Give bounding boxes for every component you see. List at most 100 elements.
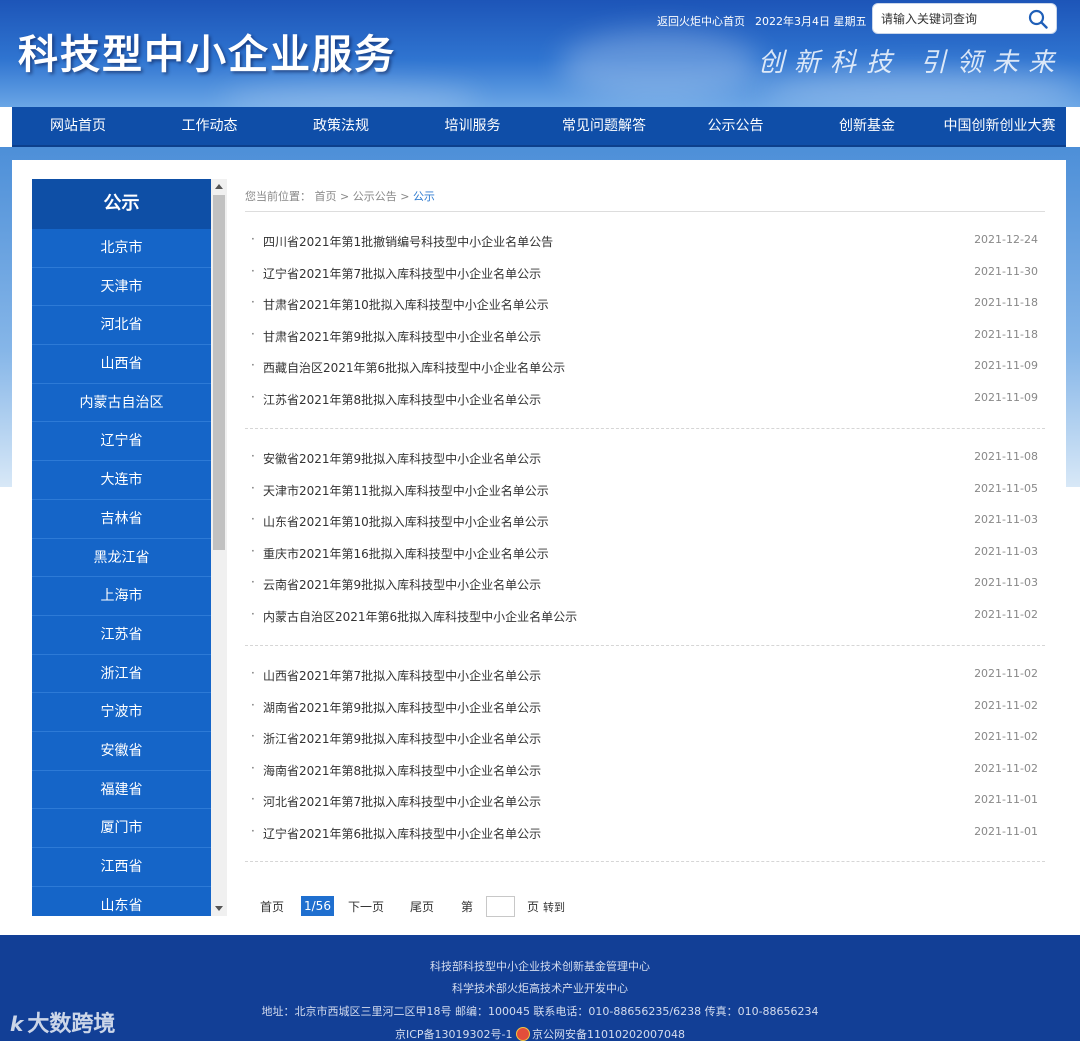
sidebar-item-tianjin[interactable]: 天津市 [32, 268, 211, 307]
nav-item-policy[interactable]: 政策法规 [275, 106, 407, 146]
bullet: · [251, 666, 255, 680]
list-item-date: 2021-11-02 [974, 667, 1038, 680]
nav-item-announcements[interactable]: 公示公告 [670, 106, 801, 146]
breadcrumb: 您当前位置： 首页 > 公示公告 > 公示 [245, 188, 435, 204]
list-item: · 安徽省2021年第9批拟入库科技型中小企业名单公示 2021-11-08 [245, 442, 1045, 474]
breadcrumb-prefix: 您当前位置： [245, 190, 311, 203]
list-item: · 云南省2021年第9批拟入库科技型中小企业名单公示 2021-11-03 [245, 568, 1045, 600]
bullet: · [251, 606, 255, 621]
list-item-date: 2021-11-01 [974, 824, 1038, 838]
list-item-title[interactable]: 浙江省2021年第9批拟入库科技型中小企业名单公示 [263, 730, 541, 747]
sidebar-scrollbar[interactable] [211, 179, 227, 916]
list-item: · 山东省2021年第10批拟入库科技型中小企业名单公示 2021-11-03 [245, 505, 1045, 537]
sidebar-item-beijing[interactable]: 北京市 [32, 229, 211, 268]
list-item-title[interactable]: 山西省2021年第7批拟入库科技型中小企业名单公示 [263, 667, 541, 684]
back-to-home-link[interactable]: 返回火炬中心首页 [657, 15, 745, 28]
sidebar-item-fujian[interactable]: 福建省 [32, 771, 211, 810]
sidebar-item-shandong[interactable]: 山东省 [32, 887, 211, 916]
sidebar: 公示 北京市 天津市 河北省 山西省 内蒙古自治区 辽宁省 大连市 吉林省 黑龙… [32, 179, 227, 916]
pager-first[interactable]: 首页 [260, 898, 284, 915]
list-item-date: 2021-11-02 [974, 698, 1038, 712]
icp-number[interactable]: 京ICP备13019302号-1 [395, 1028, 513, 1041]
list-item-title[interactable]: 云南省2021年第9批拟入库科技型中小企业名单公示 [263, 576, 541, 593]
pager-next[interactable]: 下一页 [348, 898, 384, 915]
list-item-date: 2021-11-01 [974, 793, 1038, 807]
pager-goto-prefix: 第 [461, 900, 474, 914]
sidebar-item-jiangsu[interactable]: 江苏省 [32, 616, 211, 655]
scrollbar-thumb[interactable] [213, 195, 225, 550]
list-item-title[interactable]: 辽宁省2021年第6批拟入库科技型中小企业名单公示 [263, 825, 541, 842]
page-number-input[interactable] [486, 896, 515, 917]
sidebar-item-hebei[interactable]: 河北省 [32, 306, 211, 346]
breadcrumb-separator: > [400, 190, 410, 203]
list-item: · 山西省2021年第7批拟入库科技型中小企业名单公示 2021-11-02 [245, 659, 1045, 691]
sidebar-item-xiamen[interactable]: 厦门市 [32, 809, 211, 848]
footer-org-secondary: 科学技术部火炬高技术产业开发中心 [452, 982, 628, 995]
list-item-title[interactable]: 山东省2021年第10批拟入库科技型中小企业名单公示 [263, 513, 549, 530]
list-item-title[interactable]: 甘肃省2021年第9批拟入库科技型中小企业名单公示 [263, 328, 541, 345]
footer-org: 科技部科技型中小企业技术创新基金管理中心 [430, 960, 650, 973]
bullet: · [251, 389, 255, 404]
main-nav: 网站首页 工作动态 政策法规 培训服务 常见问题解答 公示公告 创新基金 中国创… [12, 107, 1066, 147]
site-header: 科技型中小企业服务 创新科技 引领未来 返回火炬中心首页 2022年3月4日 星期… [0, 0, 1080, 107]
list-item-title[interactable]: 内蒙古自治区2021年第6批拟入库科技型中小企业名单公示 [263, 608, 577, 625]
nav-item-news[interactable]: 工作动态 [144, 106, 275, 146]
scroll-up-icon[interactable] [215, 184, 223, 189]
sidebar-item-jilin[interactable]: 吉林省 [32, 500, 211, 539]
list-item-date: 2021-11-09 [974, 390, 1038, 404]
bullet: · [251, 295, 255, 310]
list-item-title[interactable]: 西藏自治区2021年第6批拟入库科技型中小企业名单公示 [263, 359, 565, 376]
list-item: · 四川省2021年第1批撤销编号科技型中小企业名单公告 2021-12-24 [245, 225, 1045, 257]
sidebar-item-jiangxi[interactable]: 江西省 [32, 848, 211, 887]
nav-item-fund[interactable]: 创新基金 [801, 106, 933, 146]
list-item-title[interactable]: 安徽省2021年第9批拟入库科技型中小企业名单公示 [263, 450, 541, 467]
breadcrumb-section[interactable]: 公示公告 [353, 190, 397, 203]
list-item-date: 2021-12-24 [974, 233, 1038, 246]
list-item-title[interactable]: 甘肃省2021年第10批拟入库科技型中小企业名单公示 [263, 296, 549, 313]
nav-item-training[interactable]: 培训服务 [407, 106, 538, 146]
pager-last[interactable]: 尾页 [410, 898, 434, 915]
nav-item-faq[interactable]: 常见问题解答 [538, 106, 670, 146]
list-item: · 天津市2021年第11批拟入库科技型中小企业名单公示 2021-11-05 [245, 474, 1045, 506]
list-item-title[interactable]: 河北省2021年第7批拟入库科技型中小企业名单公示 [263, 793, 541, 810]
list-item-title[interactable]: 海南省2021年第8批拟入库科技型中小企业名单公示 [263, 762, 541, 779]
sidebar-item-dalian[interactable]: 大连市 [32, 461, 211, 500]
search-icon[interactable] [1028, 9, 1048, 29]
list-item-title[interactable]: 湖南省2021年第9批拟入库科技型中小企业名单公示 [263, 699, 541, 716]
bullet: · [251, 263, 255, 278]
police-record[interactable]: 京公网安备11010202007048 [532, 1028, 685, 1041]
list-item: · 河北省2021年第7批拟入库科技型中小企业名单公示 2021-11-01 [245, 785, 1045, 817]
goto-button[interactable]: 转到 [543, 899, 565, 915]
sidebar-item-liaoning[interactable]: 辽宁省 [32, 422, 211, 462]
sidebar-item-heilongjiang[interactable]: 黑龙江省 [32, 539, 211, 578]
bullet: · [251, 792, 255, 807]
sidebar-item-zhejiang[interactable]: 浙江省 [32, 655, 211, 694]
watermark: k 大数跨境 [10, 1006, 115, 1038]
pager-current: 1/56 [301, 896, 334, 916]
current-date: 2022年3月4日 星期五 [755, 15, 867, 28]
sidebar-item-neimenggu[interactable]: 内蒙古自治区 [32, 384, 211, 423]
group-divider [245, 645, 1045, 646]
sidebar-item-shanghai[interactable]: 上海市 [32, 577, 211, 616]
nav-item-home[interactable]: 网站首页 [12, 106, 144, 146]
list-item: · 浙江省2021年第9批拟入库科技型中小企业名单公示 2021-11-02 [245, 722, 1045, 754]
bullet: · [251, 543, 255, 558]
nav-item-contest[interactable]: 中国创新创业大赛 [933, 106, 1066, 146]
sidebar-title: 公示 [32, 179, 211, 229]
sidebar-item-ningbo[interactable]: 宁波市 [32, 693, 211, 732]
list-item-date: 2021-11-03 [974, 513, 1038, 527]
top-links: 返回火炬中心首页 2022年3月4日 星期五 [657, 13, 877, 29]
list-item-title[interactable]: 江苏省2021年第8批拟入库科技型中小企业名单公示 [263, 391, 541, 408]
search-input[interactable] [881, 10, 1026, 28]
list-item-title[interactable]: 辽宁省2021年第7批拟入库科技型中小企业名单公示 [263, 265, 541, 282]
announcement-list-group: · 四川省2021年第1批撤销编号科技型中小企业名单公告 2021-12-24 · 辽… [245, 225, 1045, 415]
scroll-down-icon[interactable] [215, 906, 223, 911]
list-item-title[interactable]: 天津市2021年第11批拟入库科技型中小企业名单公示 [263, 482, 549, 499]
list-item-title[interactable]: 重庆市2021年第16批拟入库科技型中小企业名单公示 [263, 545, 549, 562]
sidebar-item-anhui[interactable]: 安徽省 [32, 732, 211, 771]
list-item: · 辽宁省2021年第6批拟入库科技型中小企业名单公示 2021-11-01 [245, 817, 1045, 849]
list-item-date: 2021-11-18 [974, 296, 1038, 310]
sidebar-item-shanxi[interactable]: 山西省 [32, 345, 211, 384]
list-item-title[interactable]: 四川省2021年第1批撤销编号科技型中小企业名单公告 [263, 233, 553, 250]
breadcrumb-home[interactable]: 首页 [315, 190, 337, 203]
